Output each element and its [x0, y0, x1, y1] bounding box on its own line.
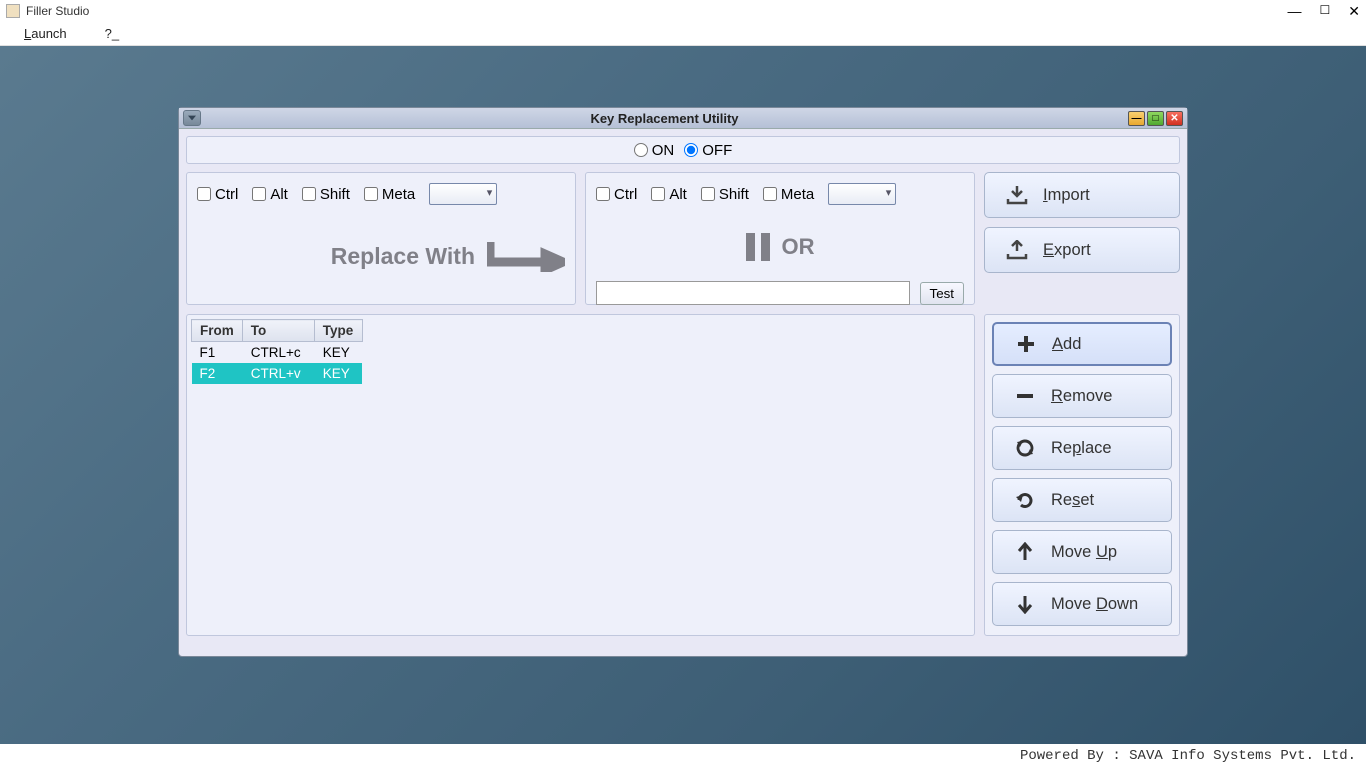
minus-icon	[1013, 386, 1037, 406]
from-meta-checkbox[interactable]: Meta	[364, 186, 415, 203]
on-off-panel: ON OFF	[186, 136, 1180, 164]
close-icon[interactable]: ✕	[1348, 3, 1360, 20]
powered-by-label: Powered By : SAVA Info Systems Pvt. Ltd.	[1020, 748, 1356, 764]
dialog-titlebar: Key Replacement Utility — □ ✕	[179, 108, 1187, 129]
undo-icon	[1013, 490, 1037, 510]
table-row[interactable]: F1 CTRL+c KEY	[192, 342, 363, 364]
col-type[interactable]: Type	[314, 320, 362, 342]
remove-button[interactable]: Remove	[992, 374, 1172, 418]
upload-icon	[1005, 240, 1029, 260]
to-alt-checkbox[interactable]: Alt	[651, 186, 687, 203]
or-label: OR	[782, 234, 815, 260]
test-input[interactable]	[596, 281, 910, 305]
export-button[interactable]: Export	[984, 227, 1180, 273]
to-shift-checkbox[interactable]: Shift	[701, 186, 749, 203]
dialog-title: Key Replacement Utility	[590, 111, 738, 126]
app-titlebar: Filler Studio — ☐ ✕	[0, 0, 1366, 22]
replace-button[interactable]: Replace	[992, 426, 1172, 470]
move-down-button[interactable]: Move Down	[992, 582, 1172, 626]
mapping-table-panel: From To Type F1 CTRL+c KEY F2 CTRL+v	[186, 314, 975, 636]
arrow-up-icon	[1013, 542, 1037, 562]
to-panel: Ctrl Alt Shift Meta OR Test	[585, 172, 975, 305]
from-alt-checkbox[interactable]: Alt	[252, 186, 288, 203]
maximize-icon[interactable]: ☐	[1320, 3, 1331, 20]
dialog-maximize-icon[interactable]: □	[1147, 111, 1164, 126]
to-key-select[interactable]	[828, 183, 896, 205]
desktop-area: Key Replacement Utility — □ ✕ ON OFF Ctr…	[0, 46, 1366, 744]
add-button[interactable]: Add	[992, 322, 1172, 366]
replace-with-label: Replace With	[331, 243, 475, 270]
refresh-icon	[1013, 438, 1037, 458]
menu-help[interactable]: ?_	[105, 26, 119, 41]
menu-launch[interactable]: Launch	[24, 26, 67, 41]
arrow-right-icon	[487, 240, 565, 272]
arrow-down-icon	[1013, 594, 1037, 614]
test-button[interactable]: Test	[920, 282, 964, 305]
app-title: Filler Studio	[26, 4, 89, 18]
from-ctrl-checkbox[interactable]: Ctrl	[197, 186, 238, 203]
mapping-table: From To Type F1 CTRL+c KEY F2 CTRL+v	[191, 319, 363, 384]
to-meta-checkbox[interactable]: Meta	[763, 186, 814, 203]
minimize-icon[interactable]: —	[1288, 3, 1302, 20]
reset-button[interactable]: Reset	[992, 478, 1172, 522]
to-ctrl-checkbox[interactable]: Ctrl	[596, 186, 637, 203]
app-icon	[6, 4, 20, 18]
table-row[interactable]: F2 CTRL+v KEY	[192, 363, 363, 384]
from-key-select[interactable]	[429, 183, 497, 205]
import-button[interactable]: Import	[984, 172, 1180, 218]
col-to[interactable]: To	[242, 320, 314, 342]
system-menu-icon[interactable]	[183, 110, 201, 126]
col-from[interactable]: From	[192, 320, 243, 342]
key-replacement-dialog: Key Replacement Utility — □ ✕ ON OFF Ctr…	[178, 107, 1188, 657]
from-shift-checkbox[interactable]: Shift	[302, 186, 350, 203]
status-bar: Powered By : SAVA Info Systems Pvt. Ltd.	[0, 744, 1366, 768]
dialog-minimize-icon[interactable]: —	[1128, 111, 1145, 126]
menubar: Launch ?_	[0, 22, 1366, 46]
radio-on[interactable]: ON	[634, 142, 675, 159]
radio-off[interactable]: OFF	[684, 142, 732, 159]
plus-icon	[1014, 334, 1038, 354]
from-panel: Ctrl Alt Shift Meta Replace With	[186, 172, 576, 305]
pause-icon	[746, 233, 770, 261]
download-icon	[1005, 185, 1029, 205]
dialog-close-icon[interactable]: ✕	[1166, 111, 1183, 126]
move-up-button[interactable]: Move Up	[992, 530, 1172, 574]
